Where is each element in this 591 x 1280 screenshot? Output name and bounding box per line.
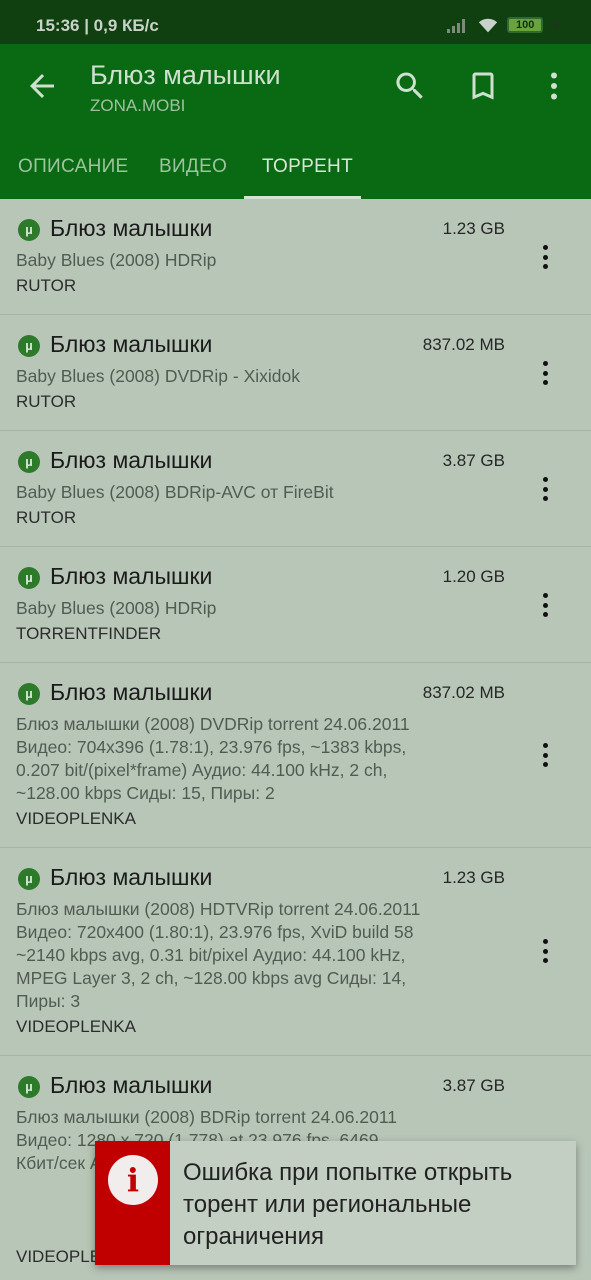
toast-strip: i (95, 1141, 170, 1265)
item-title: Блюз малышки (50, 447, 213, 473)
info-icon: i (108, 1155, 158, 1205)
item-title: Блюз малышки (50, 1072, 213, 1098)
item-source: VIDEOPLE (16, 1247, 102, 1266)
list-item[interactable]: µ Блюз малышки 1.20 GB Baby Blues (2008)… (0, 547, 591, 663)
item-title: Блюз малышки (50, 864, 213, 890)
item-more-icon[interactable] (534, 358, 556, 388)
item-title: Блюз малышки (50, 563, 213, 589)
tab-torrent[interactable]: ТОРРЕНТ (262, 156, 353, 178)
item-source: VIDEOPLENKA (16, 1017, 136, 1036)
utorrent-icon: µ (18, 451, 40, 473)
item-source: VIDEOPLENKA (16, 809, 136, 828)
status-time: 15:36 | 0,9 КБ/с (36, 16, 159, 35)
toast-message: Ошибка при попытке открыть торент или ре… (183, 1159, 513, 1250)
tab-video[interactable]: ВИДЕО (159, 156, 227, 178)
item-source: RUTOR (16, 508, 77, 527)
app-bar: Блюз малышки ZONA.MOBI ОПИСАНИЕ ВИДЕО ТО… (0, 44, 591, 199)
torrent-list: µ Блюз малышки 1.23 GB Baby Blues (2008)… (0, 199, 591, 1280)
item-description: Блюз малышки (2008) HDTVRip torrent 24.0… (16, 899, 421, 1011)
status-bar: 15:36 | 0,9 КБ/с 100 ⚡ (0, 0, 591, 44)
list-item[interactable]: µ Блюз малышки 837.02 MB Блюз малышки (2… (0, 663, 591, 848)
item-description: Baby Blues (2008) DVDRip - Xixidok (16, 366, 301, 386)
item-more-icon[interactable] (534, 936, 556, 966)
item-size: 3.87 GB (442, 451, 505, 470)
list-item[interactable]: µ Блюз малышки 837.02 MB Baby Blues (200… (0, 315, 591, 431)
list-item[interactable]: µ Блюз малышки 3.87 GB Baby Blues (2008)… (0, 431, 591, 547)
charging-icon: ⚡ (551, 16, 561, 33)
utorrent-icon: µ (18, 683, 40, 705)
item-source: RUTOR (16, 392, 77, 411)
status-icons: 100 ⚡ (447, 16, 561, 34)
item-source: RUTOR (16, 276, 77, 295)
utorrent-icon: µ (18, 868, 40, 890)
item-source: TORRENTFINDER (16, 624, 162, 643)
bookmark-icon[interactable] (465, 68, 501, 104)
item-size: 1.23 GB (442, 219, 505, 238)
item-more-icon[interactable] (534, 590, 556, 620)
item-description: Baby Blues (2008) BDRip-AVC от FireBit (16, 482, 334, 502)
search-icon[interactable] (392, 68, 428, 104)
item-more-icon[interactable] (534, 474, 556, 504)
list-item[interactable]: µ Блюз малышки 1.23 GB Baby Blues (2008)… (0, 199, 591, 315)
item-size: 837.02 MB (422, 683, 505, 702)
utorrent-icon: µ (18, 219, 40, 241)
utorrent-icon: µ (18, 335, 40, 357)
item-title: Блюз малышки (50, 331, 213, 357)
item-size: 3.87 GB (442, 1076, 505, 1095)
item-title: Блюз малышки (50, 679, 213, 705)
item-description: Baby Blues (2008) HDRip (16, 598, 217, 618)
item-size: 1.20 GB (442, 567, 505, 586)
item-description: Baby Blues (2008) HDRip (16, 250, 217, 270)
tab-description[interactable]: ОПИСАНИЕ (18, 156, 129, 178)
error-toast: i Ошибка при попытке открыть торент или … (95, 1141, 576, 1265)
battery-icon: 100 (507, 17, 544, 33)
page-subtitle: ZONA.MOBI (90, 96, 186, 115)
item-title: Блюз малышки (50, 215, 213, 241)
utorrent-icon: µ (18, 1076, 40, 1098)
signal-icon (447, 17, 469, 33)
item-description: Блюз малышки (2008) DVDRip torrent 24.06… (16, 714, 410, 803)
back-arrow-icon[interactable] (24, 68, 60, 104)
tab-bar: ОПИСАНИЕ ВИДЕО ТОРРЕНТ (0, 144, 591, 199)
item-more-icon[interactable] (534, 740, 556, 770)
item-more-icon[interactable] (534, 242, 556, 272)
utorrent-icon: µ (18, 567, 40, 589)
page-title: Блюз малышки (90, 60, 281, 90)
item-size: 1.23 GB (442, 868, 505, 887)
wifi-icon (478, 18, 498, 33)
list-item[interactable]: µ Блюз малышки 1.23 GB Блюз малышки (200… (0, 848, 591, 1056)
more-vert-icon[interactable] (536, 68, 572, 104)
item-size: 837.02 MB (422, 335, 505, 354)
